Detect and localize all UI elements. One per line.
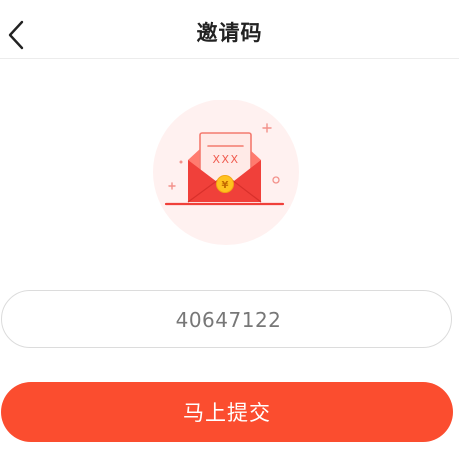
dot-decoration [179,160,183,164]
invite-code-page: 邀请码 XXX ¥ 40647122 马上提交 [0,0,459,451]
page-title: 邀请码 [196,21,263,45]
invite-code-input[interactable] [2,291,451,347]
invite-code-field[interactable] [1,290,452,348]
red-envelope-invitation-icon: XXX ¥ [150,99,300,250]
submit-button[interactable]: 马上提交 [1,382,453,442]
nav-bar: 邀请码 [0,0,459,59]
card-text: XXX [212,153,239,166]
coin-symbol: ¥ [222,180,229,191]
